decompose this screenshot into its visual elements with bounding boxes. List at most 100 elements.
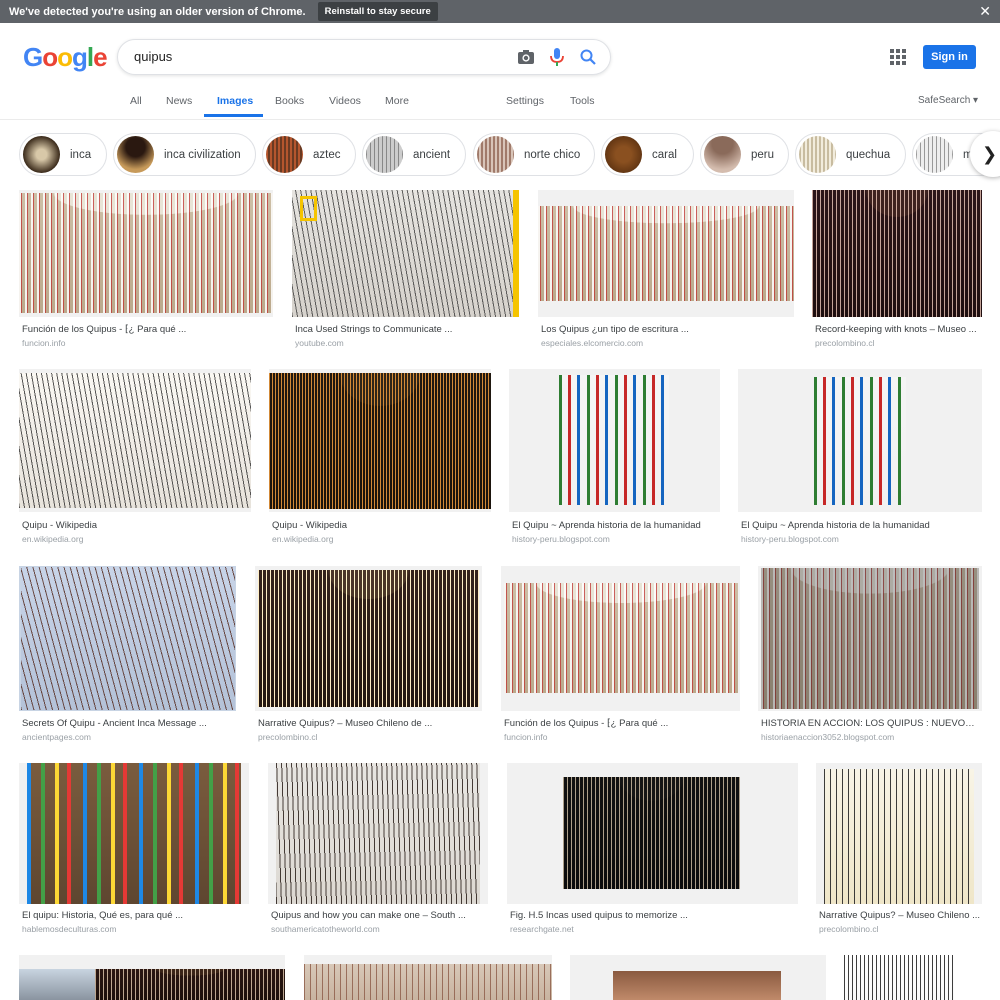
browser-update-bar: We've detected you're using an older ver… <box>0 0 1000 23</box>
result-source: history-peru.blogspot.com <box>741 534 839 544</box>
safesearch-dropdown[interactable]: SafeSearch ▾ <box>918 95 978 106</box>
logo-letter: G <box>23 42 43 72</box>
image-result[interactable]: Función de los Quipus - ⁅¿ Para qué ... … <box>501 566 740 746</box>
tab-images[interactable]: Images <box>217 95 253 107</box>
chip-ancient[interactable]: ancient <box>362 133 466 176</box>
image-result[interactable]: Los Quipus ¿un tipo de escritura ... esp… <box>538 190 794 350</box>
tab-all[interactable]: All <box>130 95 142 107</box>
image-result[interactable]: Inca Used Strings to Communicate ... you… <box>292 190 519 350</box>
chip-aztec[interactable]: aztec <box>262 133 356 176</box>
search-box[interactable]: quipus <box>117 39 611 75</box>
microphone-icon[interactable] <box>546 46 568 68</box>
close-icon[interactable]: ✕ <box>979 3 991 20</box>
result-title[interactable]: Función de los Quipus - ⁅¿ Para qué ... <box>22 324 270 335</box>
result-image <box>19 193 273 313</box>
result-title[interactable]: Quipu - Wikipedia <box>272 520 488 531</box>
chip-thumbnail <box>266 136 303 173</box>
result-title[interactable]: El quipu: Historia, Qué es, para qué ... <box>22 910 246 921</box>
result-image <box>269 373 491 509</box>
chip-peru[interactable]: peru <box>700 133 789 176</box>
result-title[interactable]: Quipu - Wikipedia <box>22 520 248 531</box>
search-input[interactable]: quipus <box>134 49 172 64</box>
result-image <box>19 969 95 1000</box>
result-image <box>844 955 954 1000</box>
image-result[interactable]: Secrets Of Quipu - Ancient Inca Message … <box>19 566 236 746</box>
image-result[interactable]: Quipu - Wikipedia en.wikipedia.org <box>269 369 491 549</box>
image-result[interactable]: Narrative Quipus? – Museo Chileno de ...… <box>255 566 482 746</box>
chip-label: inca civilization <box>164 148 241 161</box>
result-image <box>814 377 906 505</box>
result-title[interactable]: HISTORIA EN ACCION: LOS QUIPUS : NUEVOS … <box>761 718 979 729</box>
result-title[interactable]: El Quipu ~ Aprenda historia de la humani… <box>512 520 720 531</box>
image-result[interactable]: El Quipu ~ Aprenda historia de la humani… <box>738 369 982 549</box>
image-result[interactable]: Narrative Quipus? – Museo Chileno ... pr… <box>816 763 982 943</box>
update-message: We've detected you're using an older ver… <box>9 5 306 18</box>
tab-more[interactable]: More <box>385 95 409 107</box>
tab-books[interactable]: Books <box>275 95 304 107</box>
chip-norte-chico[interactable]: norte chico <box>473 133 595 176</box>
sign-in-button[interactable]: Sign in <box>923 45 976 69</box>
image-result[interactable] <box>570 955 826 1000</box>
image-result[interactable]: Quipu - Wikipedia en.wikipedia.org <box>19 369 251 549</box>
result-title[interactable]: Narrative Quipus? – Museo Chileno ... <box>819 910 982 921</box>
image-result[interactable] <box>19 955 285 1000</box>
image-result[interactable]: El Quipu ~ Aprenda historia de la humani… <box>509 369 720 549</box>
result-title[interactable]: Inca Used Strings to Communicate ... <box>295 324 515 335</box>
result-source: funcion.info <box>504 732 548 742</box>
image-result[interactable]: Fig. H.5 Incas used quipus to memorize .… <box>507 763 798 943</box>
result-source: hablemosdeculturas.com <box>22 924 117 934</box>
result-title[interactable]: El Quipu ~ Aprenda historia de la humani… <box>741 520 979 531</box>
search-icon[interactable] <box>577 46 599 68</box>
image-result[interactable]: HISTORIA EN ACCION: LOS QUIPUS : NUEVOS … <box>758 566 982 746</box>
image-result[interactable]: Función de los Quipus - ⁅¿ Para qué ... … <box>19 190 273 350</box>
tab-tools[interactable]: Tools <box>570 95 595 107</box>
camera-icon[interactable] <box>515 46 537 68</box>
chip-inca[interactable]: inca <box>19 133 107 176</box>
national-geographic-logo <box>300 196 317 221</box>
result-image <box>613 971 781 1000</box>
tab-news[interactable]: News <box>166 95 192 107</box>
tab-videos[interactable]: Videos <box>329 95 361 107</box>
image-result[interactable]: El quipu: Historia, Qué es, para qué ...… <box>19 763 249 943</box>
result-title[interactable]: Los Quipus ¿un tipo de escritura ... <box>541 324 791 335</box>
result-title[interactable]: Quipus and how you can make one – South … <box>271 910 485 921</box>
result-image <box>538 206 794 301</box>
result-source: ancientpages.com <box>22 732 91 742</box>
result-source: researchgate.net <box>510 924 574 934</box>
result-image <box>304 964 552 1000</box>
result-title[interactable]: Record-keeping with knots – Museo ... <box>815 324 981 335</box>
chip-thumbnail <box>916 136 953 173</box>
logo-letter: o <box>42 42 58 72</box>
result-image <box>258 570 479 707</box>
chip-thumbnail <box>117 136 154 173</box>
result-title[interactable]: Función de los Quipus - ⁅¿ Para qué ... <box>504 718 736 729</box>
chip-label: aztec <box>313 148 341 161</box>
result-image <box>27 763 241 904</box>
image-result[interactable]: Record-keeping with knots – Museo ... pr… <box>812 190 982 350</box>
chip-inca-civilization[interactable]: inca civilization <box>113 133 256 176</box>
chip-thumbnail <box>23 136 60 173</box>
chip-label: ancient <box>413 148 451 161</box>
chip-label: inca <box>70 148 92 161</box>
result-image <box>559 375 669 505</box>
result-image <box>21 567 235 710</box>
logo-letter: g <box>72 42 88 72</box>
chip-label: norte chico <box>524 148 581 161</box>
image-result[interactable]: Quipus and how you can make one – South … <box>268 763 488 943</box>
tab-settings[interactable]: Settings <box>506 95 544 107</box>
google-logo[interactable]: Google <box>23 42 108 73</box>
chip-quechua[interactable]: quechua <box>795 133 906 176</box>
reinstall-button[interactable]: Reinstall to stay secure <box>317 2 438 21</box>
result-source: youtube.com <box>295 338 344 348</box>
result-image <box>563 777 740 889</box>
chip-thumbnail <box>366 136 403 173</box>
chip-thumbnail <box>477 136 514 173</box>
result-title[interactable]: Fig. H.5 Incas used quipus to memorize .… <box>510 910 795 921</box>
chip-caral[interactable]: caral <box>601 133 694 176</box>
image-result[interactable] <box>844 955 982 1000</box>
apps-grid-icon[interactable] <box>890 49 906 65</box>
result-title[interactable]: Narrative Quipus? – Museo Chileno de ... <box>258 718 480 729</box>
result-image <box>824 769 974 904</box>
image-result[interactable] <box>304 955 552 1000</box>
result-title[interactable]: Secrets Of Quipu - Ancient Inca Message … <box>22 718 233 729</box>
